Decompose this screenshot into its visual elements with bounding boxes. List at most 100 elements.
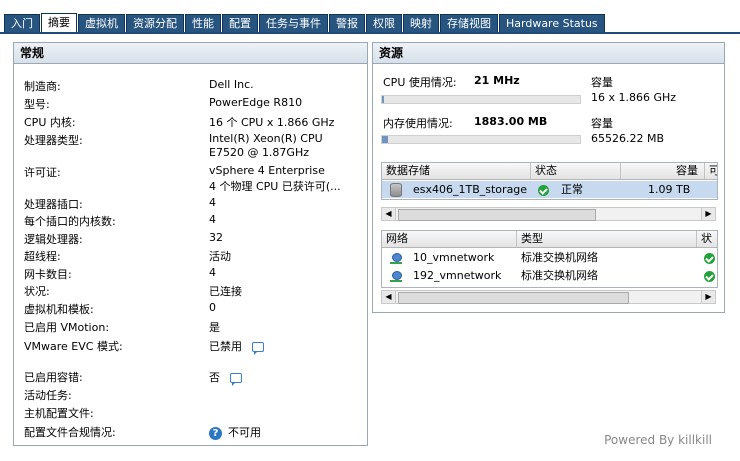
tab-item[interactable]: 资源分配 bbox=[126, 14, 184, 32]
general-value: 是 bbox=[209, 319, 220, 335]
general-label: 网卡数目: bbox=[24, 268, 72, 281]
general-label: 状况: bbox=[24, 285, 50, 298]
col-status[interactable]: 状态 bbox=[531, 163, 621, 179]
memory-usage-bar bbox=[381, 135, 581, 144]
network-table[interactable]: 网络 类型 状 10_vmnetwork 标准交换机网络 192_vmnetwo… bbox=[381, 230, 718, 288]
general-value: PowerEdge R810 bbox=[209, 96, 302, 109]
general-value-text: 16 个 CPU x 1.866 GHz bbox=[209, 116, 335, 129]
network-name: 192_vmnetwork bbox=[413, 269, 502, 282]
general-label: 型号: bbox=[24, 98, 50, 111]
general-value-text: vSphere 4 Enterprise bbox=[209, 164, 325, 177]
datastore-name: esx406_1TB_storage bbox=[413, 183, 528, 196]
general-title: 常规 bbox=[14, 43, 367, 64]
col-capacity[interactable]: 容量 bbox=[621, 163, 705, 179]
general-label: 已启用 VMotion: bbox=[24, 321, 110, 334]
general-value: ? 不可用 bbox=[209, 424, 261, 440]
memory-usage-fill bbox=[382, 136, 388, 143]
tab-item[interactable]: 映射 bbox=[403, 14, 439, 32]
general-value: vSphere 4 Enterprise bbox=[209, 164, 325, 177]
tab-item[interactable]: 权限 bbox=[366, 14, 402, 32]
general-label: 许可证: bbox=[24, 166, 61, 179]
general-label: 制造商: bbox=[24, 80, 61, 93]
col-net-status[interactable]: 状 bbox=[697, 231, 717, 247]
tab-item[interactable]: 入门 bbox=[4, 14, 40, 32]
general-label: 主机配置文件: bbox=[24, 407, 94, 420]
scroll-left-icon[interactable]: ◀ bbox=[382, 208, 396, 220]
cpu-usage-value: 21 MHz bbox=[474, 74, 520, 87]
memory-usage-label: 内存使用情况: bbox=[383, 117, 453, 130]
general-label: 活动任务: bbox=[24, 389, 72, 402]
network-row[interactable]: 192_vmnetwork 标准交换机网络 bbox=[382, 267, 717, 284]
general-label: 每个插口的内核数: bbox=[24, 215, 116, 228]
scroll-thumb[interactable] bbox=[398, 209, 596, 221]
general-value-text: 不可用 bbox=[228, 426, 261, 439]
scroll-right-icon[interactable]: ▶ bbox=[701, 208, 715, 220]
col-datastore[interactable]: 数据存储 bbox=[382, 163, 531, 179]
general-label: 处理器类型: bbox=[24, 134, 83, 147]
tab-item[interactable]: 任务与事件 bbox=[259, 14, 328, 32]
col-available[interactable]: 可 bbox=[705, 163, 717, 179]
general-value-text: 是 bbox=[209, 321, 220, 334]
cpu-capacity-label: 容量 bbox=[591, 76, 613, 89]
comment-icon[interactable] bbox=[230, 373, 242, 386]
general-value: 0 bbox=[209, 301, 216, 314]
datastore-scrollbar[interactable]: ◀ ▶ bbox=[381, 207, 716, 221]
general-label: 逻辑处理器: bbox=[24, 233, 83, 246]
tab-item[interactable]: 存储视图 bbox=[440, 14, 498, 32]
resources-panel: 资源 CPU 使用情况: 21 MHz 容量 16 x 1.866 GHz 内存… bbox=[372, 42, 725, 313]
general-label: 超线程: bbox=[24, 250, 61, 263]
general-value-text: 0 bbox=[209, 301, 216, 314]
network-icon bbox=[390, 270, 402, 282]
general-value: 4 bbox=[209, 266, 216, 279]
general-value: 4 bbox=[209, 196, 216, 209]
tabs: 入门 摘要 虚拟机 资源分配 性能 配置 任务与事件 警报 权限 映射 存储视图 Hardware S… bbox=[4, 13, 606, 33]
tab-bar: 入门 摘要 虚拟机 资源分配 性能 配置 任务与事件 警报 权限 映射 存储视图 Hardware S… bbox=[0, 0, 740, 34]
memory-capacity-value: 65526.22 MB bbox=[591, 132, 665, 145]
comment-icon[interactable] bbox=[252, 342, 264, 355]
network-row[interactable]: 10_vmnetwork 标准交换机网络 bbox=[382, 249, 717, 266]
tab-item[interactable]: Hardware Status bbox=[499, 14, 605, 32]
scroll-left-icon[interactable]: ◀ bbox=[382, 291, 396, 303]
network-scrollbar[interactable]: ◀ ▶ bbox=[381, 290, 716, 304]
tab-item[interactable]: 配置 bbox=[222, 14, 258, 32]
general-value-line2: E7520 @ 1.87GHz bbox=[209, 146, 309, 159]
cpu-usage-bar bbox=[381, 95, 581, 104]
datastore-table[interactable]: 数据存储 状态 容量 可 esx406_1TB_storage 正常 1.09 … bbox=[381, 162, 718, 200]
col-type[interactable]: 类型 bbox=[517, 231, 697, 247]
general-value: Dell Inc. bbox=[209, 78, 254, 91]
tab-item[interactable]: 摘要 bbox=[41, 13, 77, 33]
general-value-text: 4 bbox=[209, 196, 216, 209]
tab-item[interactable]: 虚拟机 bbox=[78, 14, 125, 32]
help-icon[interactable]: ? bbox=[209, 426, 222, 440]
general-value-text: 4 bbox=[209, 266, 216, 279]
resources-title: 资源 bbox=[373, 43, 724, 64]
general-value-text: 4 bbox=[209, 213, 216, 226]
general-value: 16 个 CPU x 1.866 GHz bbox=[209, 114, 334, 130]
scroll-right-icon[interactable]: ▶ bbox=[701, 291, 715, 303]
ok-status-icon bbox=[538, 184, 549, 196]
cpu-usage-label: CPU 使用情况: bbox=[383, 76, 457, 89]
cpu-capacity-value: 16 x 1.866 GHz bbox=[591, 91, 677, 104]
footer-credit: Powered By killkill bbox=[604, 433, 712, 447]
general-value-text: PowerEdge R810 bbox=[209, 96, 303, 109]
general-value-text: Dell Inc. bbox=[209, 78, 254, 91]
tab-item[interactable]: 性能 bbox=[185, 14, 221, 32]
datastore-row[interactable]: esx406_1TB_storage 正常 1.09 TB bbox=[382, 181, 717, 198]
general-label: 已启用容错: bbox=[24, 371, 83, 384]
col-network[interactable]: 网络 bbox=[382, 231, 517, 247]
memory-usage-value: 1883.00 MB bbox=[474, 115, 548, 128]
scroll-thumb[interactable] bbox=[398, 292, 629, 304]
general-value: 活动 bbox=[209, 248, 231, 264]
general-value-text: 32 bbox=[209, 231, 223, 244]
general-value-text: 否 bbox=[209, 371, 220, 384]
ok-status-icon bbox=[704, 252, 715, 264]
network-type: 标准交换机网络 bbox=[521, 251, 598, 264]
datastore-status: 正常 bbox=[561, 183, 583, 196]
datastore-icon bbox=[390, 183, 402, 197]
datastore-header: 数据存储 状态 容量 可 bbox=[382, 163, 717, 180]
general-value-text: 已禁用 bbox=[209, 340, 242, 353]
tab-item[interactable]: 警报 bbox=[329, 14, 365, 32]
general-value: 已禁用 bbox=[209, 338, 264, 355]
general-value: 4 bbox=[209, 213, 216, 226]
network-header: 网络 类型 状 bbox=[382, 231, 717, 248]
